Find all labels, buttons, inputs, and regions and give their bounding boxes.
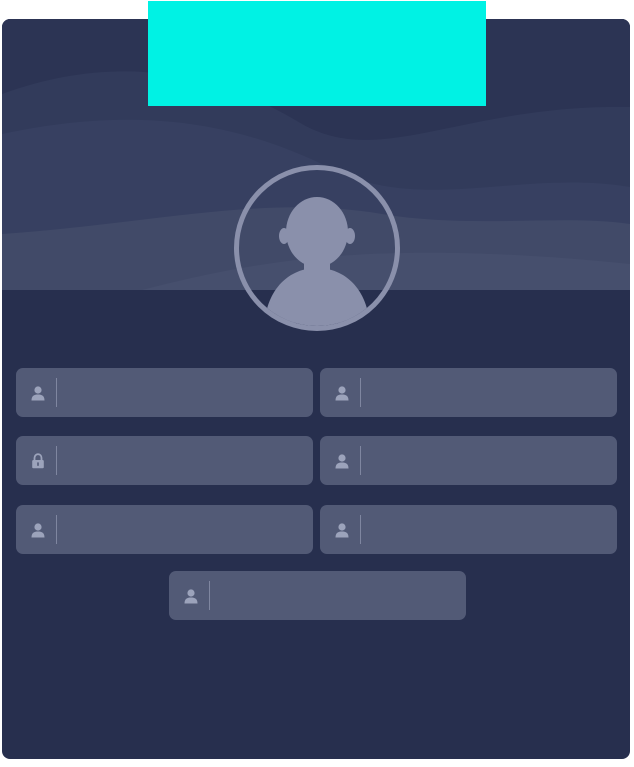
user-icon [31,523,45,538]
user-icon [335,386,349,401]
text-input-1[interactable] [64,376,300,409]
field-divider [360,378,361,407]
field-divider [209,581,210,610]
form-field-5[interactable] [16,505,313,554]
text-input-4[interactable] [368,444,604,477]
user-icon [184,589,198,604]
user-icon [31,386,45,401]
field-divider [360,515,361,544]
form-field-6[interactable] [320,505,617,554]
field-divider [56,515,57,544]
text-input-5[interactable] [64,513,300,546]
form-field-4[interactable] [320,436,617,485]
field-divider [56,446,57,475]
profile-card [2,19,630,759]
user-avatar-icon[interactable] [233,164,401,332]
user-icon [335,523,349,538]
password-field[interactable] [16,436,313,485]
form-field-7[interactable] [169,571,466,620]
text-input-7[interactable] [217,579,453,612]
password-input[interactable] [64,444,300,477]
form-field-2[interactable] [320,368,617,417]
field-divider [360,446,361,475]
header-tab [148,1,486,106]
text-input-6[interactable] [368,513,604,546]
user-icon [335,454,349,469]
field-divider [56,378,57,407]
form-field-1[interactable] [16,368,313,417]
text-input-2[interactable] [368,376,604,409]
lock-icon [32,453,44,469]
